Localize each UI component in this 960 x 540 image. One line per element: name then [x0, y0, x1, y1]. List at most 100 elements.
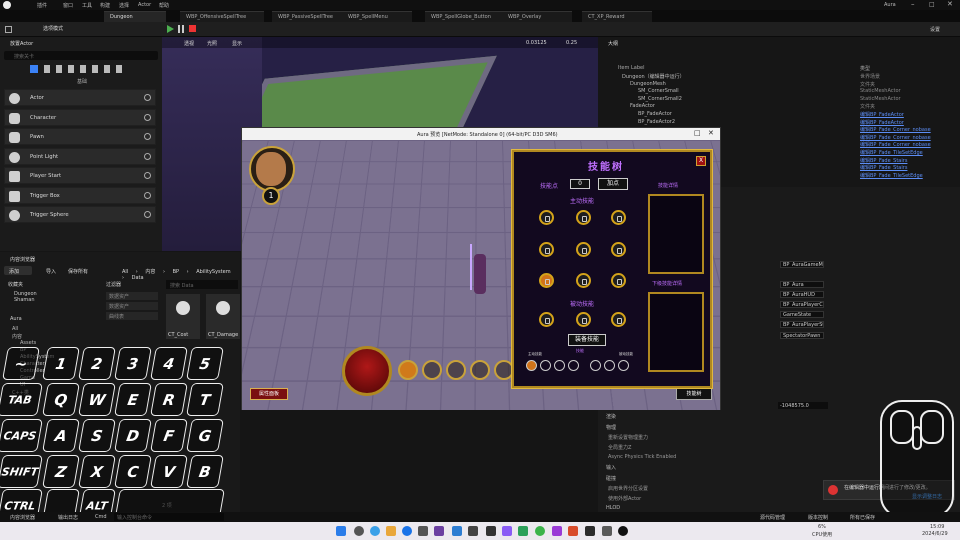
- app-icon-3[interactable]: [518, 526, 528, 536]
- filters-header[interactable]: 过滤器: [106, 281, 121, 288]
- skill-tree-button[interactable]: 技能树: [676, 388, 712, 400]
- column-item-label[interactable]: Item Label: [618, 65, 644, 71]
- filter-data-asset-2[interactable]: 数据资产: [106, 302, 158, 310]
- breadcrumb-item[interactable]: Data: [132, 275, 144, 281]
- tab-spell-globe-button[interactable]: WBP_SpellGlobe_Button: [425, 11, 505, 22]
- breadcrumb-item[interactable]: All: [122, 269, 128, 275]
- clock-time[interactable]: 15:09: [930, 524, 944, 530]
- mode-select-dropdown[interactable]: 选项模式: [43, 25, 83, 34]
- game-window-titlebar[interactable]: Aura 预览 [NetMode: Standalone 0] (64-bit/…: [242, 128, 720, 140]
- breadcrumb-item[interactable]: AbilitySystem: [196, 269, 230, 275]
- class-dropdown[interactable]: BP_AuraPlayerSta: [780, 321, 824, 328]
- perspective-button[interactable]: 透视: [184, 40, 194, 47]
- breadcrumb-item[interactable]: 内容: [145, 269, 155, 275]
- output-log-button[interactable]: 输出日志: [58, 514, 78, 521]
- add-button[interactable]: 添加: [4, 266, 32, 275]
- section-collision[interactable]: 碰撞: [606, 475, 616, 482]
- class-dropdown[interactable]: SpectatorPawn: [780, 332, 824, 339]
- content-drawer-button[interactable]: 内容浏览器: [10, 514, 35, 521]
- game-close-icon[interactable]: ✕: [708, 129, 714, 137]
- equip-slot[interactable]: [604, 360, 615, 371]
- outliner-row[interactable]: DungeonMesh 文件夹: [598, 81, 960, 88]
- outliner-row[interactable]: SM_CornerSmall StaticMeshActor: [598, 88, 960, 95]
- attributes-button[interactable]: 属性面板: [250, 388, 288, 400]
- spell-slot[interactable]: [470, 360, 490, 380]
- outliner-row-type[interactable]: 编辑BP_Fade_Corner_nobase: [860, 126, 931, 133]
- settings-button[interactable]: 设置: [930, 26, 940, 33]
- start-icon[interactable]: [336, 526, 346, 536]
- tab-overlay[interactable]: WBP_Overlay: [502, 11, 572, 22]
- outliner-row-type[interactable]: 编辑BP_Fade_Corner_nobase: [860, 134, 931, 141]
- game-maximize-icon[interactable]: □: [694, 129, 701, 137]
- actor-item-point-light[interactable]: Point Light: [4, 148, 156, 165]
- edge-icon[interactable]: [370, 526, 380, 536]
- class-dropdown[interactable]: GameState: [780, 311, 824, 318]
- clock-date[interactable]: 2024/6/29: [922, 531, 948, 537]
- help-icon[interactable]: [144, 192, 151, 199]
- help-icon[interactable]: [144, 172, 151, 179]
- equip-slot[interactable]: [590, 360, 601, 371]
- save-icon[interactable]: [5, 26, 12, 33]
- equip-slot[interactable]: [618, 360, 629, 371]
- outliner-row[interactable]: BP_FadeActor2 编辑BP_FadeActor: [598, 119, 960, 126]
- tab-xp-reward[interactable]: CT_XP_Reward: [582, 11, 652, 22]
- locked-skill-orb[interactable]: [539, 242, 554, 257]
- category-icons[interactable]: [30, 65, 140, 73]
- asset-tile-ct-cost[interactable]: CT_Cost: [166, 294, 200, 339]
- class-dropdown[interactable]: BP_AuraHUD: [780, 291, 824, 298]
- play-in-editor-window[interactable]: Aura 预览 [NetMode: Standalone 0] (64-bit/…: [241, 127, 721, 410]
- chrome-icon[interactable]: [402, 526, 412, 536]
- cmd-dropdown[interactable]: Cmd: [95, 514, 107, 520]
- help-icon[interactable]: [144, 133, 151, 140]
- content-search-input[interactable]: 搜索 Data: [166, 280, 238, 289]
- locked-passive-orb[interactable]: [611, 312, 626, 327]
- tab-offensive-spell-tree[interactable]: WBP_OffensiveSpellTree: [180, 11, 264, 22]
- equip-slot[interactable]: [554, 360, 565, 371]
- locked-skill-orb[interactable]: [576, 273, 591, 288]
- game-viewport[interactable]: 1 属性面板 技能树 技能树 X 技能点 0 加点 主动技能 被动技能 装备技能…: [242, 140, 720, 410]
- add-point-button[interactable]: 加点: [598, 178, 628, 190]
- menu-item-window[interactable]: 窗口: [63, 2, 73, 9]
- favorite-item[interactable]: Shaman: [14, 297, 35, 303]
- vscode-icon[interactable]: [452, 526, 462, 536]
- app-icon-6[interactable]: [602, 526, 612, 536]
- terminal-icon[interactable]: [418, 526, 428, 536]
- class-dropdown[interactable]: BP_AuraPlayerCo: [780, 301, 824, 308]
- asset-tile-ct-damage[interactable]: CT_Damage: [206, 294, 240, 339]
- visual-studio-icon[interactable]: [434, 526, 444, 536]
- outliner-row[interactable]: Dungeon（编辑器中运行） 世界场景: [598, 73, 960, 80]
- help-icon[interactable]: [144, 153, 151, 160]
- search-icon[interactable]: [354, 526, 364, 536]
- outliner-row[interactable]: BP_FadeActor 编辑BP_FadeActor: [598, 111, 960, 118]
- section-input[interactable]: 输入: [606, 464, 616, 471]
- locked-skill-orb[interactable]: [576, 242, 591, 257]
- save-all-button[interactable]: 保存所有: [68, 268, 88, 275]
- skill-tree-close-button[interactable]: X: [696, 156, 706, 166]
- search-input[interactable]: 搜索关卡: [4, 51, 158, 60]
- spell-slot[interactable]: [422, 360, 442, 380]
- app-icon-2[interactable]: [502, 526, 512, 536]
- help-icon[interactable]: [144, 211, 151, 218]
- equip-slot[interactable]: [526, 360, 537, 371]
- folder-tree-item[interactable]: All: [12, 326, 18, 332]
- spell-slot[interactable]: [446, 360, 466, 380]
- scale-snap-value[interactable]: 0.25: [566, 40, 577, 46]
- outliner-row-type[interactable]: 编辑BP_Fade_Corner_nobase: [860, 141, 931, 148]
- tab-passive-spell-tree[interactable]: WBP_PassiveSpellTree: [272, 11, 352, 22]
- revision-control-button[interactable]: 版本控制: [808, 514, 828, 521]
- section-physics[interactable]: 物理: [606, 424, 616, 431]
- outliner-row[interactable]: FadeActor 文件夹: [598, 103, 960, 110]
- close-window-icon[interactable]: ✕: [947, 0, 953, 8]
- equip-slot[interactable]: [568, 360, 579, 371]
- lit-button[interactable]: 光照: [207, 40, 217, 47]
- outliner-row-type[interactable]: 编辑BP_FadeActor: [860, 119, 904, 126]
- locked-skill-orb[interactable]: [576, 210, 591, 225]
- show-button[interactable]: 显示: [232, 40, 242, 47]
- outliner-row-type[interactable]: 编辑BP_Fade_Stairs: [860, 164, 907, 171]
- all-saved-indicator[interactable]: 所有已保存: [850, 514, 875, 521]
- actor-item-actor[interactable]: Actor: [4, 89, 156, 106]
- locked-passive-orb[interactable]: [539, 312, 554, 327]
- wechat-icon[interactable]: [535, 526, 545, 536]
- console-input[interactable]: 输入控制台命令: [114, 513, 224, 521]
- folder-tree-item[interactable]: 内容: [12, 333, 22, 340]
